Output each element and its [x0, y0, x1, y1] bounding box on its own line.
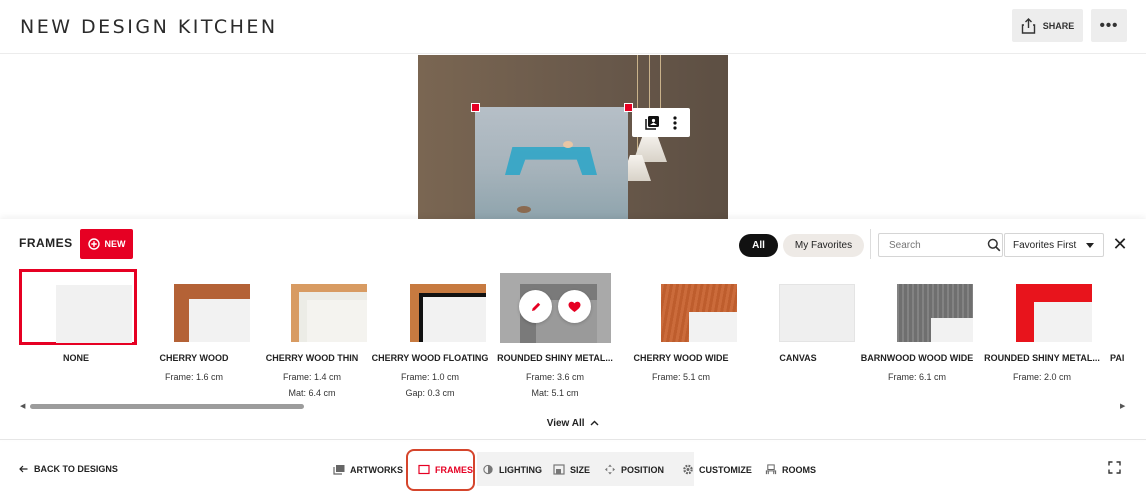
new-frame-button[interactable]: NEW: [80, 229, 133, 259]
rooms-icon: [765, 464, 777, 475]
frame-name: ROUNDED SHINY METAL...: [497, 353, 613, 363]
share-button[interactable]: SHARE: [1012, 9, 1083, 42]
nav-lighting[interactable]: LIGHTING: [482, 464, 542, 475]
nav-label: FRAMES: [435, 464, 473, 475]
new-label: NEW: [104, 239, 126, 249]
size-icon: [553, 464, 565, 475]
panel-title: FRAMES: [19, 236, 73, 250]
frame-spec: Frame: 1.4 cm: [282, 372, 341, 382]
frame-spec: Frame: 6.1 cm: [887, 372, 946, 382]
frame-thumb-cherry-wood-wide[interactable]: [661, 284, 737, 342]
divider: [870, 229, 871, 259]
panel-divider: [0, 439, 1146, 440]
nav-customize[interactable]: CUSTOMIZE: [682, 464, 752, 475]
scroll-right-arrow[interactable]: ▶: [1120, 402, 1125, 410]
nav-label: ARTWORKS: [350, 464, 403, 475]
frame-name: BARNWOOD WOOD WIDE: [860, 353, 974, 363]
search-input[interactable]: [878, 233, 1003, 257]
nav-label: ROOMS: [782, 464, 817, 475]
scroll-left-arrow[interactable]: ◀: [20, 402, 25, 410]
frame-spec: Mat: 6.4 cm: [288, 388, 336, 398]
artwork-toolbar: [632, 108, 690, 137]
arrow-left-icon: [19, 465, 28, 473]
edit-frame-button[interactable]: [519, 290, 552, 323]
frame-name: NONE: [62, 353, 89, 363]
view-all-button[interactable]: View All: [400, 418, 746, 429]
frame-thumb-cherry-wood-floating[interactable]: [410, 284, 486, 342]
nav-frames[interactable]: FRAMES: [418, 464, 473, 475]
search-icon[interactable]: [987, 238, 1001, 252]
chevron-up-icon: [590, 420, 599, 426]
frame-spec: Frame: 1.0 cm: [400, 372, 459, 382]
view-all-label: View All: [546, 418, 585, 429]
share-icon: [1021, 17, 1035, 34]
heart-icon: [568, 301, 581, 312]
pencil-icon: [531, 302, 540, 311]
share-label: SHARE: [1042, 20, 1075, 31]
frame-item-none[interactable]: [19, 269, 137, 345]
vertical-more-icon[interactable]: [673, 115, 677, 130]
frame-thumb-cherry-wood-thin[interactable]: [291, 284, 367, 342]
lighting-icon: [483, 464, 493, 475]
frame-spec: Gap: 0.3 cm: [405, 388, 455, 398]
resize-handle-top-left[interactable]: [471, 103, 480, 112]
top-bar: NEW DESIGN KITCHEN SHARE •••: [0, 0, 1146, 54]
gear-icon: [683, 464, 693, 475]
frame-spec: Frame: 5.1 cm: [651, 372, 710, 382]
back-to-designs-link[interactable]: BACK TO DESIGNS: [19, 464, 118, 474]
close-icon[interactable]: ✕: [1112, 235, 1128, 253]
frame-name: CHERRY WOOD WIDE: [633, 353, 729, 363]
more-options-button[interactable]: •••: [1091, 9, 1127, 42]
horizontal-scrollbar-thumb[interactable]: [30, 404, 304, 409]
nav-size[interactable]: SIZE: [553, 464, 590, 475]
move-icon: [604, 464, 616, 475]
frame-name: CHERRY WOOD THIN: [265, 353, 359, 363]
nav-artworks[interactable]: ARTWORKS: [333, 464, 403, 475]
nav-label: SIZE: [570, 464, 591, 475]
design-title: NEW DESIGN KITCHEN: [20, 16, 278, 38]
frame-name: CHERRY WOOD: [159, 353, 229, 363]
sort-selected-value: Favorites First: [1013, 239, 1077, 251]
filter-all[interactable]: All: [739, 234, 778, 257]
artworks-icon: [333, 465, 345, 475]
frame-name: CANVAS: [779, 353, 817, 363]
frame-icon: [418, 464, 430, 475]
frame-spec: Frame: 2.0 cm: [1012, 372, 1071, 382]
caret-down-icon: [1086, 243, 1094, 248]
favorite-frame-button[interactable]: [558, 290, 591, 323]
frame-name: PAI: [1110, 353, 1125, 363]
plus-circle-icon: [87, 238, 100, 250]
back-label: BACK TO DESIGNS: [34, 464, 118, 474]
filter-my-favorites[interactable]: My Favorites: [783, 234, 864, 257]
frame-spec: Frame: 1.6 cm: [164, 372, 223, 382]
frame-thumb-rounded-shiny-metal[interactable]: [500, 273, 611, 343]
frame-thumb-canvas[interactable]: [779, 284, 855, 342]
more-icon: •••: [1099, 17, 1119, 34]
nav-label: LIGHTING: [499, 464, 542, 475]
lamp-cord: [637, 55, 638, 155]
selected-artwork[interactable]: [475, 107, 628, 219]
nav-rooms[interactable]: ROOMS: [765, 464, 816, 475]
frame-name: CHERRY WOOD FLOATING: [371, 353, 489, 363]
artwork-library-icon[interactable]: [645, 115, 660, 130]
nav-label: POSITION: [621, 464, 665, 475]
frame-name: ROUNDED SHINY METAL...: [984, 353, 1100, 363]
frame-spec: Frame: 3.6 cm: [525, 372, 584, 382]
frame-thumb-barnwood-wood-wide[interactable]: [897, 284, 973, 342]
frame-thumb-cherry-wood[interactable]: [174, 284, 250, 342]
nav-label: CUSTOMIZE: [699, 464, 752, 475]
expand-icon[interactable]: [1108, 461, 1121, 474]
frame-spec: Mat: 5.1 cm: [531, 388, 579, 398]
frame-thumb-rounded-shiny-metal-red[interactable]: [1016, 284, 1092, 342]
sort-select[interactable]: Favorites First: [1004, 233, 1104, 257]
nav-position[interactable]: POSITION: [604, 464, 664, 475]
